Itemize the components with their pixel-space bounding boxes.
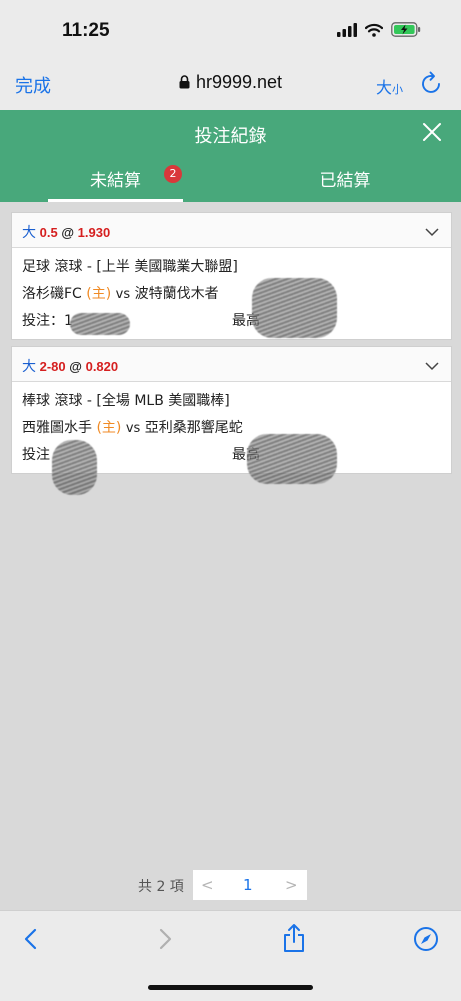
prev-page-button[interactable]: < <box>201 876 214 894</box>
wifi-icon <box>365 23 383 37</box>
bet-card-header[interactable]: 大 2-80 @ 0.820 <box>12 347 451 382</box>
battery-charging-icon <box>391 22 421 37</box>
unsettled-count-badge: 2 <box>164 165 182 183</box>
vs-label: vs <box>125 421 141 436</box>
tab-unsettled[interactable]: 未結算 <box>48 166 183 202</box>
url-text: hr9999.net <box>195 72 283 92</box>
redaction-scribble <box>52 440 97 495</box>
pagination: 共 2 項 < 1 > <box>0 870 461 900</box>
chevron-down-icon[interactable] <box>425 356 439 375</box>
bet-selection: 大 0.5 @ 1.930 <box>22 222 110 242</box>
bet-pick: 大 <box>22 358 36 374</box>
page-1-button[interactable]: 1 <box>243 876 253 894</box>
bet-record-header: 投注紀錄 未結算 2 已結算 <box>0 110 461 202</box>
match-teams: 西雅圖水手 (主) vs 亞利桑那響尾蛇 <box>22 415 441 442</box>
stake-label: 投注 <box>22 447 50 463</box>
tabs: 未結算 2 已結算 <box>0 158 461 202</box>
home-team: 西雅圖水手 <box>22 420 92 436</box>
next-page-button[interactable]: > <box>285 876 298 894</box>
bet-odds: 0.820 <box>85 359 119 374</box>
text-size-small: 小 <box>392 83 404 96</box>
share-icon[interactable] <box>282 923 306 957</box>
tab-settled-label: 已結算 <box>319 171 371 191</box>
tab-settled[interactable]: 已結算 <box>280 166 410 191</box>
status-bar: 11:25 <box>0 0 461 62</box>
redaction-scribble <box>247 434 337 484</box>
home-team: 洛杉磯FC <box>22 286 82 302</box>
tab-unsettled-label: 未結算 <box>90 171 141 191</box>
home-tag: (主) <box>96 420 122 436</box>
stake-label-text: 投注： <box>22 313 64 329</box>
bet-card-body: 足球 滾球 - [上半 美國職業大聯盟] 洛杉磯FC (主) vs 波特蘭伐木者… <box>12 248 451 339</box>
bet-card[interactable]: 大 0.5 @ 1.930 足球 滾球 - [上半 美國職業大聯盟] 洛杉磯FC… <box>11 212 452 340</box>
away-team: 波特蘭伐木者 <box>134 286 219 302</box>
close-icon[interactable] <box>422 122 442 146</box>
text-size-button[interactable]: 大小 <box>376 74 403 98</box>
chevron-down-icon[interactable] <box>425 222 439 241</box>
forward-icon[interactable] <box>156 927 174 955</box>
signal-icon <box>337 22 357 37</box>
bet-line-value: 2-80 <box>39 359 66 374</box>
status-icons <box>337 22 421 37</box>
browser-url-bar: 完成 hr9999.net 大小 <box>0 62 461 110</box>
total-count: 共 2 項 <box>138 879 184 895</box>
lock-icon <box>179 73 190 94</box>
reload-icon[interactable] <box>421 71 443 99</box>
redaction-scribble <box>70 313 130 335</box>
bet-card-body: 棒球 滾球 - [全場 MLB 美國職棒] 西雅圖水手 (主) vs 亞利桑那響… <box>12 382 451 495</box>
redaction-scribble <box>252 278 337 338</box>
back-icon[interactable] <box>22 927 40 955</box>
compass-icon[interactable] <box>413 926 439 956</box>
vs-label: vs <box>115 287 131 302</box>
home-tag: (主) <box>86 286 112 302</box>
bet-at: @ <box>69 359 82 374</box>
sport-market-line: 足球 滾球 - [上半 美國職業大聯盟] <box>22 259 238 275</box>
away-team: 亞利桑那響尾蛇 <box>144 420 243 436</box>
home-indicator <box>148 985 313 990</box>
page-title: 投注紀錄 <box>194 126 267 147</box>
text-size-big: 大 <box>376 78 393 97</box>
bet-selection: 大 2-80 @ 0.820 <box>22 356 118 376</box>
stake-label: 投注：1 <box>22 308 73 335</box>
bet-odds: 1.930 <box>77 225 111 240</box>
bet-pick: 大 <box>22 224 36 240</box>
bet-card[interactable]: 大 2-80 @ 0.820 棒球 滾球 - [全場 MLB 美國職棒] 西雅圖… <box>11 346 452 495</box>
match-teams: 洛杉磯FC (主) vs 波特蘭伐木者 <box>22 281 441 308</box>
active-tab-underline <box>48 199 183 202</box>
bet-at: @ <box>61 225 75 240</box>
page-selector: < 1 > <box>193 870 307 900</box>
bet-card-header[interactable]: 大 0.5 @ 1.930 <box>12 213 451 248</box>
status-time: 11:25 <box>62 20 110 41</box>
sport-market-line: 棒球 滾球 - [全場 MLB 美國職棒] <box>22 393 230 409</box>
bet-line-value: 0.5 <box>39 225 58 240</box>
